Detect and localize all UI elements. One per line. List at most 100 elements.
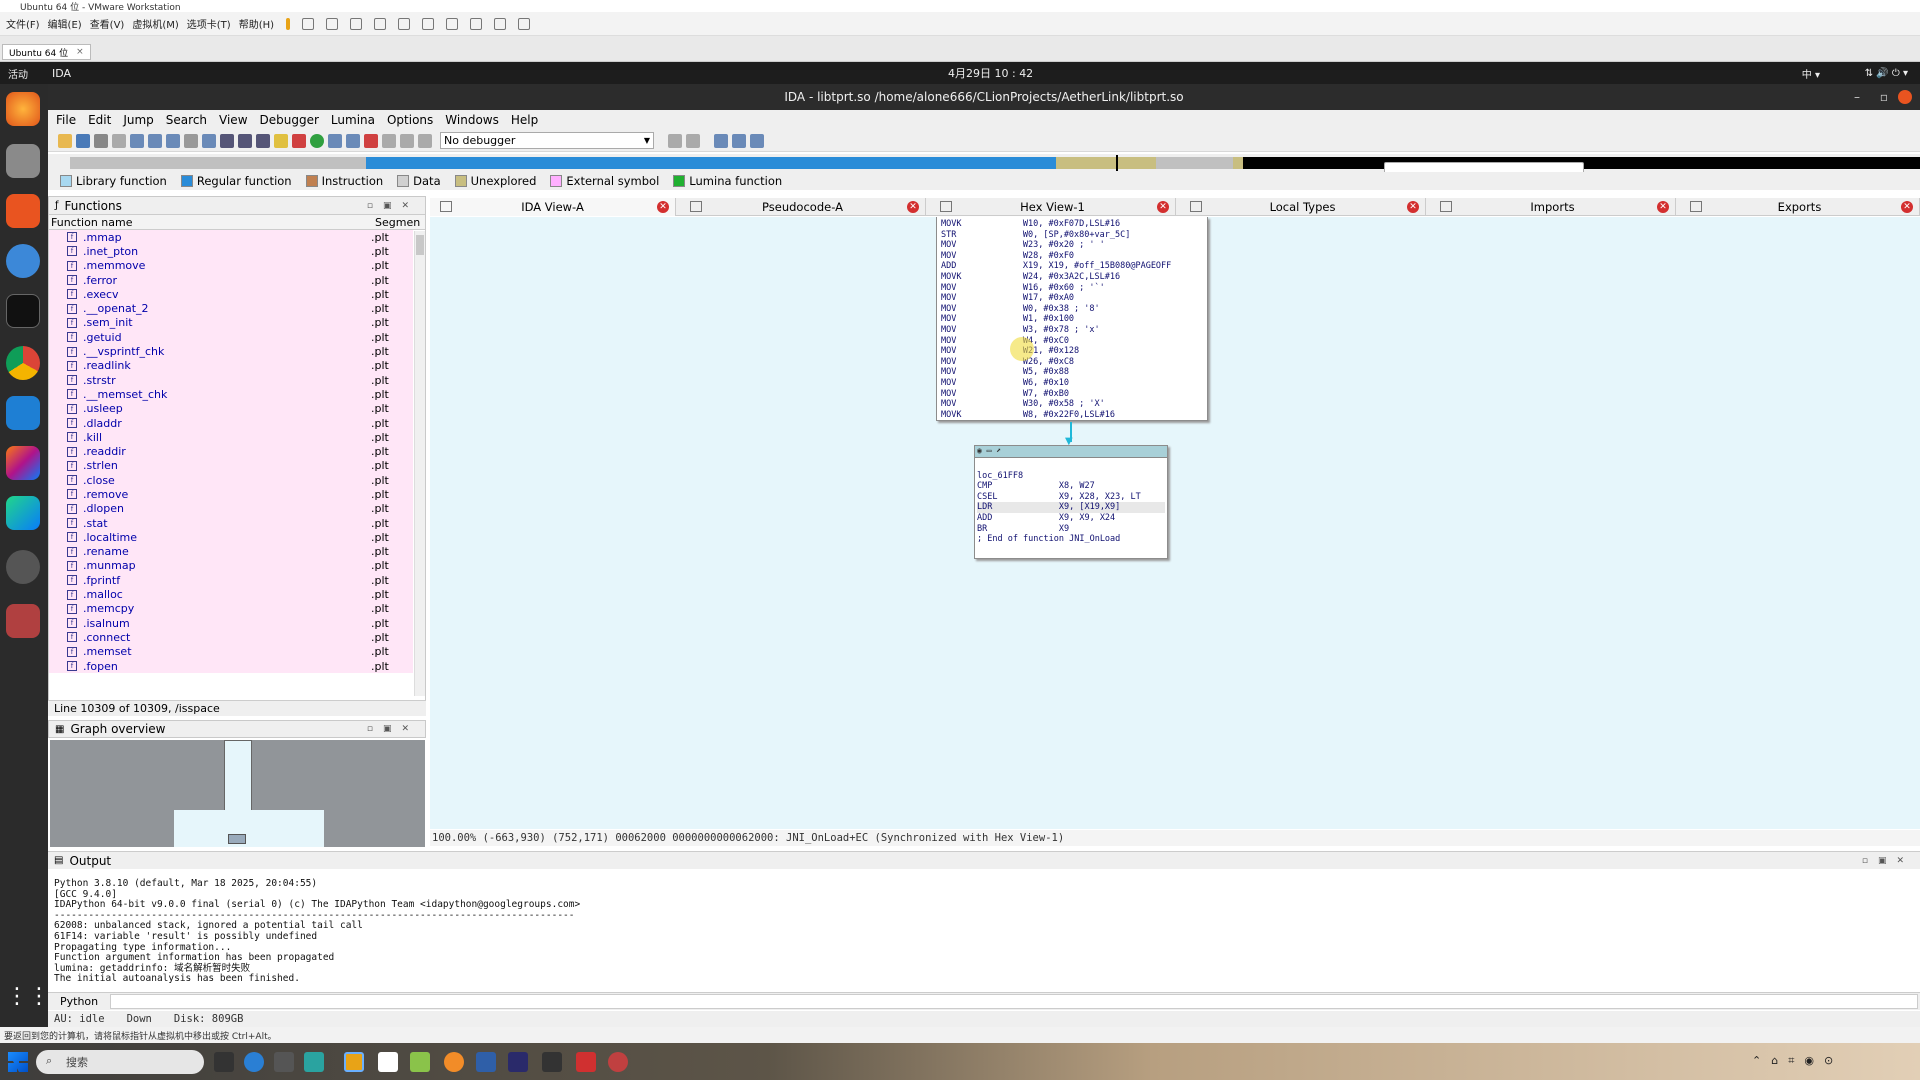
step-over-icon[interactable] [686, 133, 700, 148]
tab-pseudocode-a[interactable]: Pseudocode-A ✕ [680, 198, 926, 216]
asm-line[interactable]: MOVK W10, #0xF07D,LSL#16 [941, 219, 1203, 230]
asm-line[interactable]: MOV W7, #0xB0 [941, 389, 1203, 400]
function-row[interactable]: f .rename .plt [49, 544, 413, 559]
close-icon[interactable]: ✕ [907, 201, 919, 213]
asm-line[interactable]: BR X9 [977, 524, 1165, 535]
function-row[interactable]: f .strstr .plt [49, 372, 413, 388]
app-icon[interactable] [608, 1052, 628, 1072]
edge-browser-icon[interactable] [244, 1052, 264, 1072]
back-icon[interactable] [94, 133, 108, 148]
taskbar-search[interactable]: ⌕ 搜索 [36, 1050, 204, 1074]
hex-icon[interactable] [220, 133, 234, 148]
asm-line[interactable] [977, 460, 1165, 471]
activities-button[interactable]: 活动 [8, 66, 28, 81]
vm-tab-ubuntu[interactable]: Ubuntu 64 位 × [2, 44, 91, 60]
function-row[interactable]: f .memset .plt [49, 644, 413, 659]
menu-options[interactable]: Options [387, 113, 433, 127]
ida-icon[interactable] [6, 604, 40, 638]
overview-viewport[interactable] [174, 810, 324, 847]
asm-line[interactable]: MOV W0, #0x38 ; '8' [941, 304, 1203, 315]
code-block-loc-61ff8[interactable]: ◉ ▭ ⬈ loc_61FF8 CMP X8, W27 CSEL X9, X28, … [974, 445, 1168, 559]
function-row[interactable]: f .memmove .plt [49, 258, 413, 273]
app-menu[interactable]: IDA [52, 67, 71, 80]
clock[interactable]: 4月29日 10 : 42 [948, 65, 1033, 81]
asm-line[interactable]: CMP X8, W27 [977, 481, 1165, 492]
output-console[interactable]: Python 3.8.10 (default, Mar 18 2025, 20:… [48, 869, 1920, 991]
function-row[interactable]: f .readlink .plt [49, 358, 413, 373]
tab-local-types[interactable]: Local Types ✕ [1180, 198, 1426, 216]
firefox-icon[interactable] [6, 92, 40, 126]
show-apps-icon[interactable]: ⋮⋮ [6, 984, 50, 1018]
app-icon[interactable] [274, 1052, 294, 1072]
stop-icon[interactable] [418, 133, 432, 148]
menu-jump[interactable]: Jump [123, 113, 153, 127]
app-icon[interactable] [576, 1052, 596, 1072]
menu-debugger[interactable]: Debugger [260, 113, 319, 127]
tab-imports[interactable]: Imports ✕ [1430, 198, 1676, 216]
function-row[interactable]: f .sem_init .plt [49, 315, 413, 331]
vm-menu-view[interactable]: 查看(V) [90, 16, 125, 31]
col-function-name[interactable]: Function name [49, 216, 375, 229]
data-icon[interactable] [148, 133, 162, 148]
tab-exports[interactable]: Exports ✕ [1680, 198, 1920, 216]
fullscreen-icon[interactable] [446, 17, 459, 30]
graph-view[interactable]: MOVK W10, #0xF07D,LSL#16 STR W0, [SP,#0x8… [430, 217, 1920, 829]
asm-line[interactable]: MOVK W8, #0x22F0,LSL#16 [941, 410, 1203, 421]
function-row[interactable]: f .memcpy .plt [49, 601, 413, 617]
software-updater-icon[interactable] [6, 550, 40, 584]
string-icon[interactable] [166, 133, 180, 148]
layout-icon[interactable] [714, 133, 728, 148]
asm-line[interactable]: ADD X9, X9, X24 [977, 513, 1165, 524]
run-icon[interactable] [382, 133, 396, 148]
navigation-band[interactable] [48, 154, 1920, 178]
asm-line[interactable]: STR W0, [SP,#0x80+var_5C] [941, 230, 1203, 241]
menu-windows[interactable]: Windows [445, 113, 499, 127]
word-icon[interactable] [476, 1052, 496, 1072]
snapshot-manager-icon[interactable] [374, 17, 387, 30]
save-icon[interactable] [76, 133, 90, 148]
function-row[interactable]: f .__memset_chk .plt [49, 387, 413, 402]
system-status-icons[interactable]: ⇅ 🔊 ⏻ ▾ [1865, 68, 1908, 79]
asm-line[interactable]: LDR X9, [X19,X9] [977, 502, 1165, 513]
files-icon[interactable] [6, 144, 40, 178]
undefine-icon[interactable] [184, 133, 198, 148]
minimize-icon[interactable]: – [1854, 90, 1860, 104]
revert-snapshot-icon[interactable] [350, 17, 363, 30]
asm-line[interactable]: MOV W17, #0xA0 [941, 293, 1203, 304]
function-row[interactable]: f .close .plt [49, 473, 413, 488]
scrollbar[interactable] [414, 231, 425, 696]
indent-icon[interactable] [732, 133, 746, 148]
code-icon[interactable] [130, 133, 144, 148]
asm-line[interactable]: loc_61FF8 [977, 471, 1165, 482]
function-row[interactable]: f .__openat_2 .plt [49, 301, 413, 316]
system-tray-icons[interactable]: ⌃⌂⌗◉⊙ [1752, 1054, 1912, 1072]
names-icon[interactable] [346, 133, 360, 148]
typora-icon[interactable] [378, 1052, 398, 1072]
pane-controls-icon[interactable]: ▫▣✕ [367, 724, 419, 734]
block-header-icons[interactable]: ◉ ▭ ⬈ [977, 446, 1001, 455]
asm-line[interactable]: ; End of function JNI_OnLoad [977, 534, 1165, 545]
close-icon[interactable]: × [76, 47, 84, 57]
function-row[interactable]: f .localtime .plt [49, 530, 413, 545]
vm-menu-file[interactable]: 文件(F) [6, 16, 40, 31]
app-icon[interactable] [304, 1052, 324, 1072]
xref-icon[interactable] [328, 133, 342, 148]
step-icon[interactable] [668, 133, 682, 148]
snapshot-icon[interactable] [326, 17, 339, 30]
code-block-1[interactable]: MOVK W10, #0xF07D,LSL#16 STR W0, [SP,#0x8… [936, 217, 1208, 421]
graph-overview-canvas[interactable] [50, 740, 425, 847]
graph-icon[interactable] [292, 133, 306, 148]
unity-icon[interactable] [470, 17, 483, 30]
function-row[interactable]: f .malloc .plt [49, 587, 413, 602]
menu-help[interactable]: Help [511, 113, 538, 127]
software-icon[interactable] [6, 194, 40, 228]
thumbnail-icon[interactable] [422, 17, 435, 30]
function-row[interactable]: f .kill .plt [49, 430, 413, 445]
close-icon[interactable]: ✕ [1657, 201, 1669, 213]
function-row[interactable]: f .stat .plt [49, 515, 413, 531]
tab-hex-view-1[interactable]: Hex View-1 ✕ [930, 198, 1176, 216]
asm-line[interactable]: MOV W4, #0xC0 [941, 336, 1203, 347]
asm-line[interactable]: MOV W16, #0x60 ; '`' [941, 283, 1203, 294]
tab-ida-view-a[interactable]: IDA View-A ✕ [430, 198, 676, 216]
asm-line[interactable]: MOVK W24, #0x3A2C,LSL#16 [941, 272, 1203, 283]
